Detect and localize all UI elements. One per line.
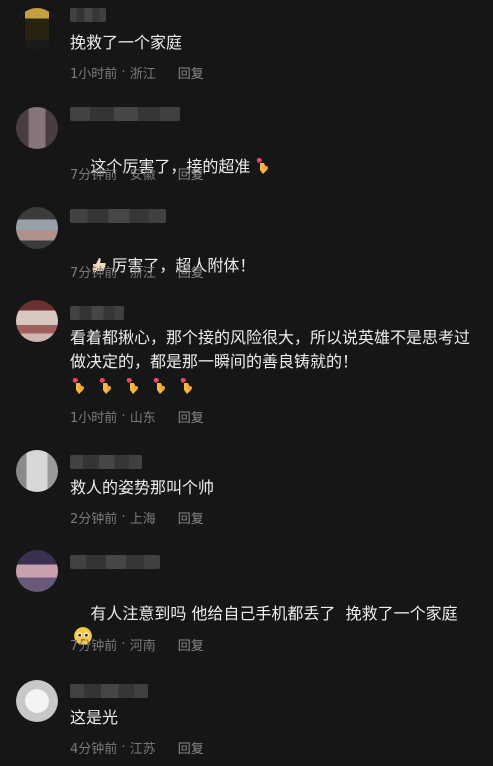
reply-button[interactable]: 回复	[178, 262, 204, 281]
comment-time: 7分钟前	[70, 168, 118, 183]
comment-text: 这是光	[70, 708, 119, 727]
avatar[interactable]	[16, 450, 58, 492]
meta-separator: ·	[117, 264, 130, 279]
reply-button[interactable]: 回复	[178, 738, 204, 757]
comment-location: 上海	[129, 512, 156, 527]
comment-meta: 1小时前 · 山东 回复	[70, 407, 204, 426]
comment-text: 救人的姿势那叫个帅	[70, 478, 215, 497]
comment-time: 1小时前	[70, 67, 118, 82]
comment-meta: 2分钟前 · 上海 回复	[70, 508, 204, 527]
avatar[interactable]	[16, 8, 58, 50]
username[interactable]	[70, 107, 180, 121]
comment-text: 看着都揪心，那个接的风险很大，所以说英雄不是思考过做决定的，都是那一瞬间的善良铸…	[70, 328, 471, 371]
meta-separator: ·	[117, 166, 130, 181]
comment-meta: 7分钟前 · 浙江 回复	[70, 262, 204, 281]
avatar[interactable]	[16, 107, 58, 149]
meta-separator: ·	[117, 409, 130, 424]
emoji-row	[70, 377, 196, 395]
username[interactable]	[70, 306, 124, 320]
comment-meta: 7分钟前 · 安徽 回复	[70, 164, 204, 183]
comment-time: 1小时前	[70, 411, 118, 426]
reply-button[interactable]: 回复	[178, 63, 204, 82]
heart-hands-emoji	[153, 378, 165, 394]
avatar[interactable]	[16, 207, 58, 249]
comment-location: 山东	[129, 411, 156, 426]
avatar[interactable]	[16, 680, 58, 722]
heart-hands-emoji	[126, 378, 138, 394]
username[interactable]	[70, 8, 106, 22]
reply-button[interactable]: 回复	[178, 635, 204, 654]
reply-button[interactable]: 回复	[178, 164, 204, 183]
comment-location: 浙江	[129, 67, 156, 82]
comment-time: 2分钟前	[70, 512, 118, 527]
comment-text: 挽救了一个家庭	[70, 33, 183, 52]
comment-meta: 7分钟前 · 河南 回复	[70, 635, 204, 654]
username[interactable]	[70, 555, 160, 569]
comment-location: 安徽	[129, 168, 156, 183]
comment-location: 浙江	[129, 266, 156, 281]
comment-location: 江苏	[129, 742, 156, 757]
comment-time: 7分钟前	[70, 266, 118, 281]
avatar[interactable]	[16, 550, 58, 592]
comment-text-content: 有人注意到吗 他给自己手机都丢了 挽救了一个家庭	[90, 604, 458, 623]
reply-button[interactable]: 回复	[178, 407, 204, 426]
meta-separator: ·	[117, 740, 130, 755]
comment-text: 有人注意到吗 他给自己手机都丢了 挽救了一个家庭	[70, 578, 474, 674]
meta-separator: ·	[117, 510, 130, 525]
heart-hands-emoji	[99, 378, 111, 394]
comment-location: 河南	[129, 639, 156, 654]
heart-hands-emoji	[257, 158, 269, 174]
comment-time: 4分钟前	[70, 742, 118, 757]
comment-meta: 4分钟前 · 江苏 回复	[70, 738, 204, 757]
heart-hands-emoji	[72, 378, 84, 394]
meta-separator: ·	[117, 65, 130, 80]
heart-hands-emoji	[180, 378, 192, 394]
comment-meta: 1小时前 · 浙江 回复	[70, 63, 204, 82]
comment-time: 7分钟前	[70, 639, 118, 654]
meta-separator: ·	[117, 637, 130, 652]
username[interactable]	[70, 684, 148, 698]
avatar[interactable]	[16, 300, 58, 342]
username[interactable]	[70, 209, 166, 223]
reply-button[interactable]: 回复	[178, 508, 204, 527]
username[interactable]	[70, 455, 142, 469]
